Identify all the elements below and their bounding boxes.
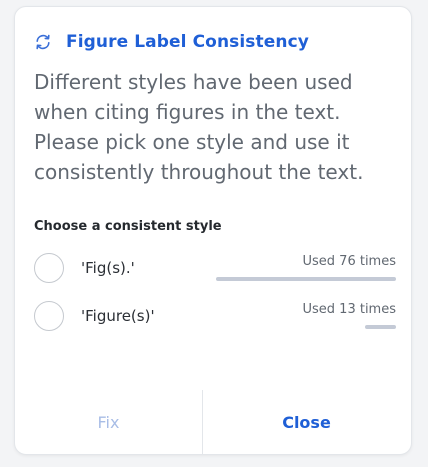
radio-button[interactable] bbox=[34, 253, 64, 283]
style-option-fig[interactable]: 'Fig(s).' Used 76 times bbox=[34, 251, 396, 287]
close-button[interactable]: Close bbox=[202, 390, 411, 454]
usage-bar-fill bbox=[216, 277, 396, 281]
card-title: Figure Label Consistency bbox=[66, 32, 309, 52]
option-label: 'Figure(s)' bbox=[81, 307, 155, 325]
style-option-figure[interactable]: 'Figure(s)' Used 13 times bbox=[34, 299, 396, 335]
footer-divider bbox=[202, 390, 203, 454]
refresh-icon bbox=[34, 33, 52, 51]
usage-count: Used 13 times bbox=[302, 302, 397, 317]
usage-count: Used 76 times bbox=[302, 254, 397, 269]
radio-button[interactable] bbox=[34, 301, 64, 331]
usage-bar bbox=[216, 325, 396, 331]
card-footer: Fix Close bbox=[15, 390, 411, 454]
card-header: Figure Label Consistency bbox=[34, 31, 309, 53]
option-label: 'Fig(s).' bbox=[81, 259, 135, 277]
fix-button[interactable]: Fix bbox=[15, 390, 202, 454]
usage-bar-fill bbox=[365, 325, 396, 329]
style-suggestion-card: Figure Label Consistency Different style… bbox=[14, 6, 412, 455]
choose-style-label: Choose a consistent style bbox=[34, 219, 222, 234]
usage-bar bbox=[216, 277, 396, 283]
card-description: Different styles have been used when cit… bbox=[34, 70, 364, 184]
